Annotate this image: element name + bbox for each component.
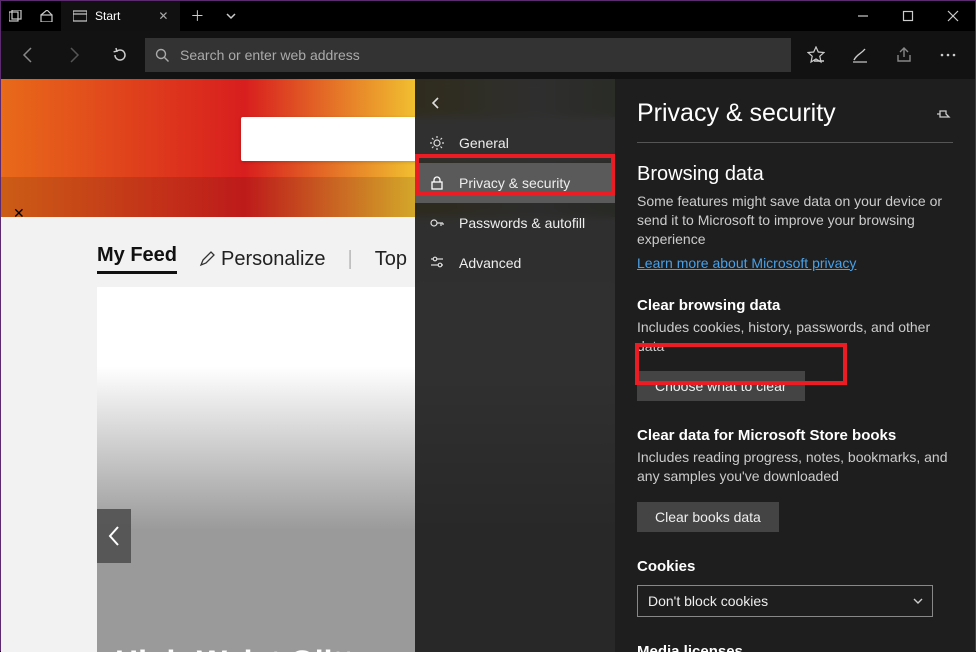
sidebar-item-passwords[interactable]: Passwords & autofill bbox=[415, 203, 615, 243]
title-bar: Start ✕ ＋ bbox=[1, 1, 975, 31]
clear-browsing-sub: Clear browsing data bbox=[637, 297, 953, 314]
settings-detail-panel: Privacy & security Browsing data Some fe… bbox=[615, 79, 975, 652]
clear-browsing-desc: Includes cookies, history, passwords, an… bbox=[637, 318, 953, 356]
back-button[interactable] bbox=[7, 35, 49, 75]
divider: | bbox=[348, 248, 353, 271]
cookies-select[interactable]: Don't block cookies bbox=[637, 585, 933, 617]
settings-title: Privacy & security bbox=[637, 99, 836, 128]
task-view-icon[interactable] bbox=[1, 1, 31, 31]
forward-button[interactable] bbox=[53, 35, 95, 75]
tab-my-feed[interactable]: My Feed bbox=[97, 244, 177, 274]
close-tab-icon[interactable]: ✕ bbox=[158, 9, 168, 23]
refresh-button[interactable] bbox=[99, 35, 141, 75]
gear-icon bbox=[429, 135, 445, 151]
cookies-sub: Cookies bbox=[637, 558, 953, 575]
sidebar-item-privacy[interactable]: Privacy & security bbox=[415, 163, 615, 203]
sidebar-item-label: Advanced bbox=[459, 255, 521, 271]
cookies-select-value: Don't block cookies bbox=[648, 593, 768, 609]
sidebar-item-advanced[interactable]: Advanced bbox=[415, 243, 615, 283]
lock-icon bbox=[429, 175, 445, 191]
tab-chevron-icon[interactable] bbox=[214, 9, 248, 23]
topic-link[interactable]: Top bbox=[375, 248, 407, 271]
prev-button[interactable] bbox=[97, 509, 131, 563]
clear-books-data-button[interactable]: Clear books data bbox=[637, 502, 779, 532]
choose-what-to-clear-button[interactable]: Choose what to clear bbox=[637, 371, 805, 401]
page-content: ✕ My Feed Personalize | Top High-Waist G… bbox=[1, 79, 975, 652]
address-bar[interactable] bbox=[145, 38, 791, 72]
close-banner-icon[interactable]: ✕ bbox=[13, 205, 25, 222]
store-books-desc: Includes reading progress, notes, bookma… bbox=[637, 448, 953, 486]
tab-strip: Start ✕ ＋ bbox=[61, 1, 840, 31]
more-button[interactable] bbox=[927, 35, 969, 75]
settings-sidebar: General Privacy & security Passwords & a… bbox=[415, 79, 615, 652]
sidebar-item-general[interactable]: General bbox=[415, 123, 615, 163]
activity-icon[interactable] bbox=[31, 1, 61, 31]
settings-back-button[interactable] bbox=[415, 83, 615, 123]
share-button[interactable] bbox=[883, 35, 925, 75]
close-window-button[interactable] bbox=[930, 1, 975, 31]
start-tab-icon bbox=[73, 9, 87, 23]
sidebar-item-label: General bbox=[459, 135, 509, 151]
pencil-icon bbox=[199, 251, 215, 267]
address-input[interactable] bbox=[180, 47, 781, 63]
tab-title: Start bbox=[95, 9, 120, 23]
sidebar-item-label: Passwords & autofill bbox=[459, 215, 585, 231]
store-books-sub: Clear data for Microsoft Store books bbox=[637, 427, 953, 444]
navigation-bar bbox=[1, 31, 975, 79]
chevron-down-icon bbox=[912, 595, 924, 607]
sliders-icon bbox=[429, 255, 445, 271]
personalize-label: Personalize bbox=[221, 248, 326, 271]
new-tab-button[interactable]: ＋ bbox=[180, 6, 214, 26]
tab-start[interactable]: Start ✕ bbox=[61, 1, 180, 31]
minimize-button[interactable] bbox=[840, 1, 885, 31]
divider bbox=[637, 142, 953, 143]
notes-button[interactable] bbox=[839, 35, 881, 75]
sidebar-item-label: Privacy & security bbox=[459, 175, 570, 191]
key-icon bbox=[429, 215, 445, 231]
maximize-button[interactable] bbox=[885, 1, 930, 31]
pin-icon[interactable] bbox=[937, 106, 953, 122]
search-icon bbox=[155, 48, 170, 63]
feed-bar: My Feed Personalize | Top bbox=[97, 244, 407, 274]
personalize-button[interactable]: Personalize bbox=[199, 248, 326, 271]
section-browsing-data: Browsing data bbox=[637, 163, 953, 186]
browsing-data-desc: Some features might save data on your de… bbox=[637, 192, 953, 249]
privacy-link[interactable]: Learn more about Microsoft privacy bbox=[637, 255, 856, 271]
favorites-button[interactable] bbox=[795, 35, 837, 75]
